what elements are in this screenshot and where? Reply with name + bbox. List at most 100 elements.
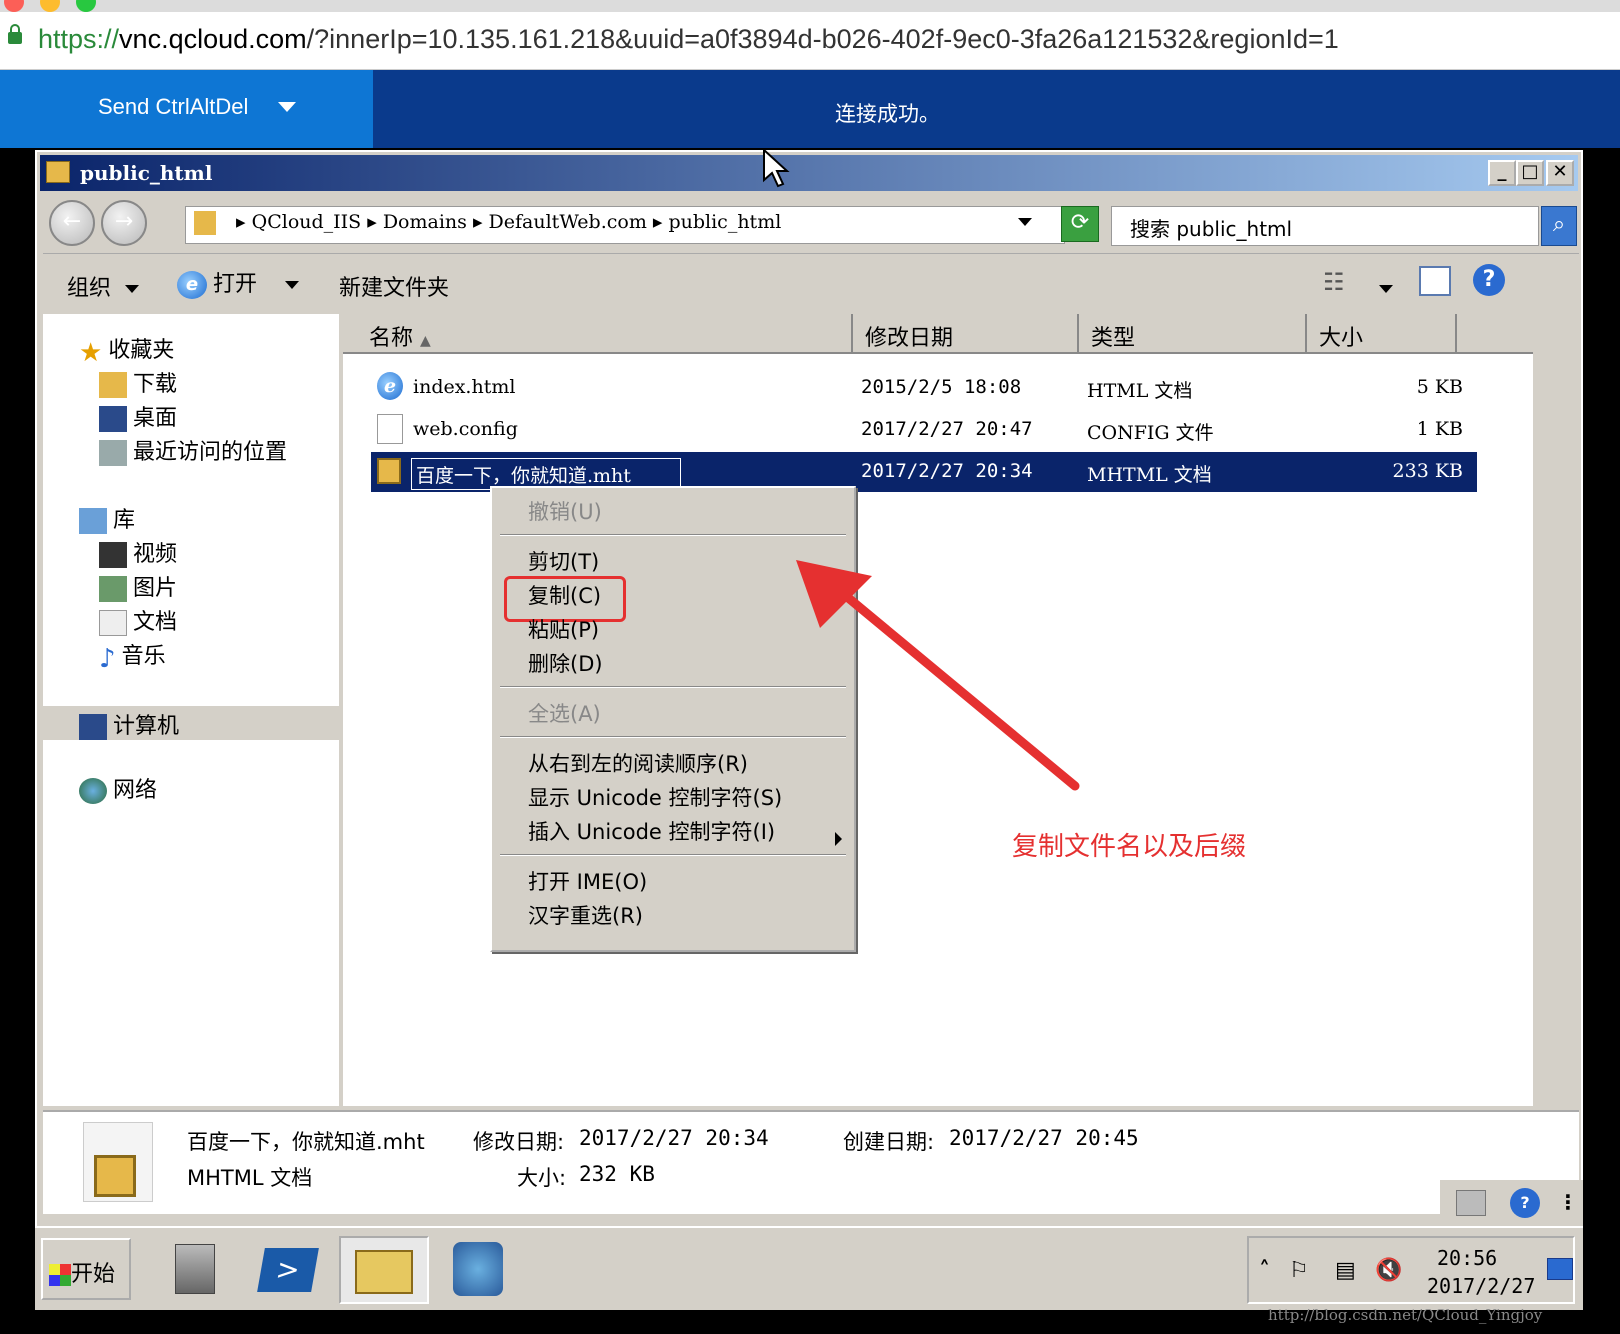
minimize-button[interactable]: _ bbox=[1488, 160, 1516, 186]
server-manager-task[interactable] bbox=[159, 1236, 241, 1304]
recent-places-icon bbox=[99, 440, 127, 466]
sidebar-item-network[interactable]: 网络 bbox=[79, 772, 157, 804]
menu-item-show-unicode[interactable]: 显示 Unicode 控制字符(S) bbox=[528, 782, 782, 812]
preview-pane-icon[interactable] bbox=[1419, 266, 1451, 296]
search-icon[interactable]: ⌕ bbox=[1541, 206, 1577, 246]
send-ctrl-alt-del-button[interactable]: Send CtrlAltDel bbox=[0, 70, 373, 148]
windows-logo-icon bbox=[49, 1264, 71, 1286]
breadcrumb-item[interactable]: QCloud_IIS bbox=[252, 211, 362, 233]
flag-icon[interactable]: ⚐ bbox=[1289, 1258, 1309, 1283]
close-window-dot[interactable] bbox=[4, 0, 24, 12]
navigation-row: ← → ▸ QCloud_IIS ▸ Domains ▸ DefaultWeb.… bbox=[43, 196, 1579, 254]
system-tray: ˄ ⚐ ▤ 🔇 20:56 2017/2/27 bbox=[1247, 1236, 1575, 1304]
powershell-task[interactable]: > bbox=[249, 1236, 331, 1304]
column-header-type[interactable]: 类型 bbox=[1079, 314, 1307, 354]
chevron-down-icon[interactable] bbox=[1018, 218, 1032, 226]
context-menu: 撤销(U) 剪切(T) 复制(C) 粘贴(P) 删除(D) 全选(A) 从右到左… bbox=[490, 486, 856, 952]
sidebar-item-favorites[interactable]: ★ 收藏夹 bbox=[79, 332, 174, 368]
help-icon[interactable]: ? bbox=[1510, 1188, 1540, 1218]
clock-date[interactable]: 2017/2/27 bbox=[1427, 1274, 1535, 1298]
explorer-folder-icon bbox=[355, 1250, 413, 1294]
new-folder-button[interactable]: 新建文件夹 bbox=[339, 270, 449, 302]
view-icon[interactable]: ☷ bbox=[1323, 268, 1345, 296]
menu-item-insert-unicode[interactable]: 插入 Unicode 控制字符(I) bbox=[528, 816, 775, 846]
organize-button[interactable]: 组织 bbox=[67, 270, 140, 302]
column-header-name[interactable]: 名称 ▲ bbox=[343, 314, 853, 354]
watermark: http://blog.csdn.net/QCloud_Yingjoy bbox=[1268, 1306, 1543, 1324]
keyboard-icon[interactable] bbox=[1456, 1190, 1486, 1216]
browser-titlebar bbox=[0, 0, 1620, 12]
menu-item-paste[interactable]: 粘贴(P) bbox=[528, 614, 599, 644]
breadcrumb-item[interactable]: Domains bbox=[383, 211, 467, 233]
sidebar-item-computer[interactable]: 计算机 bbox=[43, 706, 339, 740]
breadcrumb-item[interactable]: DefaultWeb.com bbox=[489, 211, 647, 233]
detail-filename: 百度一下，你就知道.mht bbox=[187, 1130, 425, 1154]
clock-time[interactable]: 20:56 bbox=[1437, 1246, 1497, 1270]
submenu-arrow-icon bbox=[835, 832, 842, 846]
menu-separator bbox=[500, 854, 846, 856]
menu-separator bbox=[500, 736, 846, 738]
overflow-icon[interactable]: ⋮ bbox=[1558, 1190, 1578, 1214]
view-options-chevron[interactable] bbox=[1379, 276, 1393, 301]
menu-item-rtl[interactable]: 从右到左的阅读顺序(R) bbox=[528, 748, 748, 778]
url-text[interactable]: https://vnc.qcloud.com/?innerIp=10.135.1… bbox=[38, 24, 1339, 55]
column-header-modified[interactable]: 修改日期 bbox=[853, 314, 1079, 354]
open-button[interactable]: e 打开 bbox=[177, 266, 299, 299]
help-icon[interactable]: ? bbox=[1473, 264, 1505, 296]
server-manager-icon bbox=[175, 1244, 215, 1294]
menu-item-undo[interactable]: 撤销(U) bbox=[528, 496, 602, 526]
mouse-cursor-icon bbox=[763, 148, 790, 188]
sidebar-item-documents[interactable]: 文档 bbox=[99, 604, 177, 636]
sidebar-item-videos[interactable]: 视频 bbox=[99, 536, 177, 568]
detail-modified-label: 修改日期: bbox=[473, 1130, 565, 1154]
powershell-icon: > bbox=[257, 1248, 319, 1292]
refresh-icon[interactable]: ⟳ bbox=[1061, 206, 1099, 242]
table-row[interactable]: web.config 2017/2/27 20:47 CONFIG 文件 1 K… bbox=[371, 410, 1477, 450]
table-row[interactable]: e index.html 2015/2/5 18:08 HTML 文档 5 KB bbox=[371, 368, 1477, 408]
document-icon bbox=[99, 610, 127, 636]
menu-item-select-all[interactable]: 全选(A) bbox=[528, 698, 601, 728]
sidebar-item-desktop[interactable]: 桌面 bbox=[99, 400, 177, 432]
taskbar: 开始 > ˄ ⚐ ▤ 🔇 20:56 2017/2/27 bbox=[35, 1226, 1583, 1310]
breadcrumb[interactable]: ▸ QCloud_IIS ▸ Domains ▸ DefaultWeb.com … bbox=[185, 206, 1065, 244]
details-pane: 百度一下，你就知道.mht 修改日期: 2017/2/27 20:34 创建日期… bbox=[43, 1110, 1579, 1214]
explorer-task[interactable] bbox=[339, 1236, 429, 1304]
menu-item-cut[interactable]: 剪切(T) bbox=[528, 546, 599, 576]
back-button[interactable]: ← bbox=[49, 200, 95, 246]
forward-button[interactable]: → bbox=[101, 200, 147, 246]
detail-modified-value: 2017/2/27 20:34 bbox=[579, 1126, 769, 1150]
sidebar-item-music[interactable]: ♪ 音乐 bbox=[99, 638, 166, 674]
minimize-window-dot[interactable] bbox=[40, 0, 60, 12]
menu-item-reconvert[interactable]: 汉字重选(R) bbox=[528, 900, 643, 930]
annotation-text: 复制文件名以及后缀 bbox=[1012, 832, 1247, 862]
show-desktop-icon[interactable] bbox=[1547, 1258, 1573, 1280]
window-titlebar[interactable]: public_html _ □ ✕ bbox=[40, 155, 1578, 191]
maximize-button[interactable]: □ bbox=[1516, 160, 1544, 186]
menu-item-open-ime[interactable]: 打开 IME(O) bbox=[528, 866, 647, 896]
search-input[interactable]: 搜索 public_html bbox=[1111, 206, 1539, 246]
zoom-window-dot[interactable] bbox=[76, 0, 96, 12]
music-icon: ♪ bbox=[99, 644, 116, 674]
start-button[interactable]: 开始 bbox=[41, 1238, 131, 1300]
network-tools-task[interactable] bbox=[439, 1236, 521, 1304]
downloads-folder-icon bbox=[99, 372, 127, 398]
sidebar-item-recent[interactable]: 最近访问的位置 bbox=[99, 434, 287, 466]
lock-icon bbox=[8, 24, 22, 44]
mht-file-icon bbox=[377, 458, 401, 484]
column-header-size[interactable]: 大小 bbox=[1307, 314, 1457, 354]
sidebar-item-libraries[interactable]: 库 bbox=[79, 502, 135, 534]
chevron-down-icon bbox=[125, 285, 140, 293]
close-button[interactable]: ✕ bbox=[1546, 160, 1574, 186]
address-bar[interactable]: https://vnc.qcloud.com/?innerIp=10.135.1… bbox=[0, 12, 1620, 70]
command-bar: 组织 e 打开 新建文件夹 ☷ ? bbox=[43, 256, 1579, 312]
volume-muted-icon[interactable]: 🔇 bbox=[1375, 1258, 1402, 1283]
show-hidden-icons-chevron[interactable]: ˄ bbox=[1259, 1258, 1270, 1283]
breadcrumb-item[interactable]: public_html bbox=[668, 211, 781, 233]
menu-item-delete[interactable]: 删除(D) bbox=[528, 648, 603, 678]
sidebar-item-downloads[interactable]: 下载 bbox=[99, 366, 177, 398]
window-title: public_html bbox=[80, 161, 213, 185]
sidebar-item-pictures[interactable]: 图片 bbox=[99, 570, 177, 602]
chevron-down-icon bbox=[1379, 285, 1393, 293]
detail-type: MHTML 文档 bbox=[187, 1166, 313, 1190]
network-tray-icon[interactable]: ▤ bbox=[1335, 1258, 1356, 1283]
